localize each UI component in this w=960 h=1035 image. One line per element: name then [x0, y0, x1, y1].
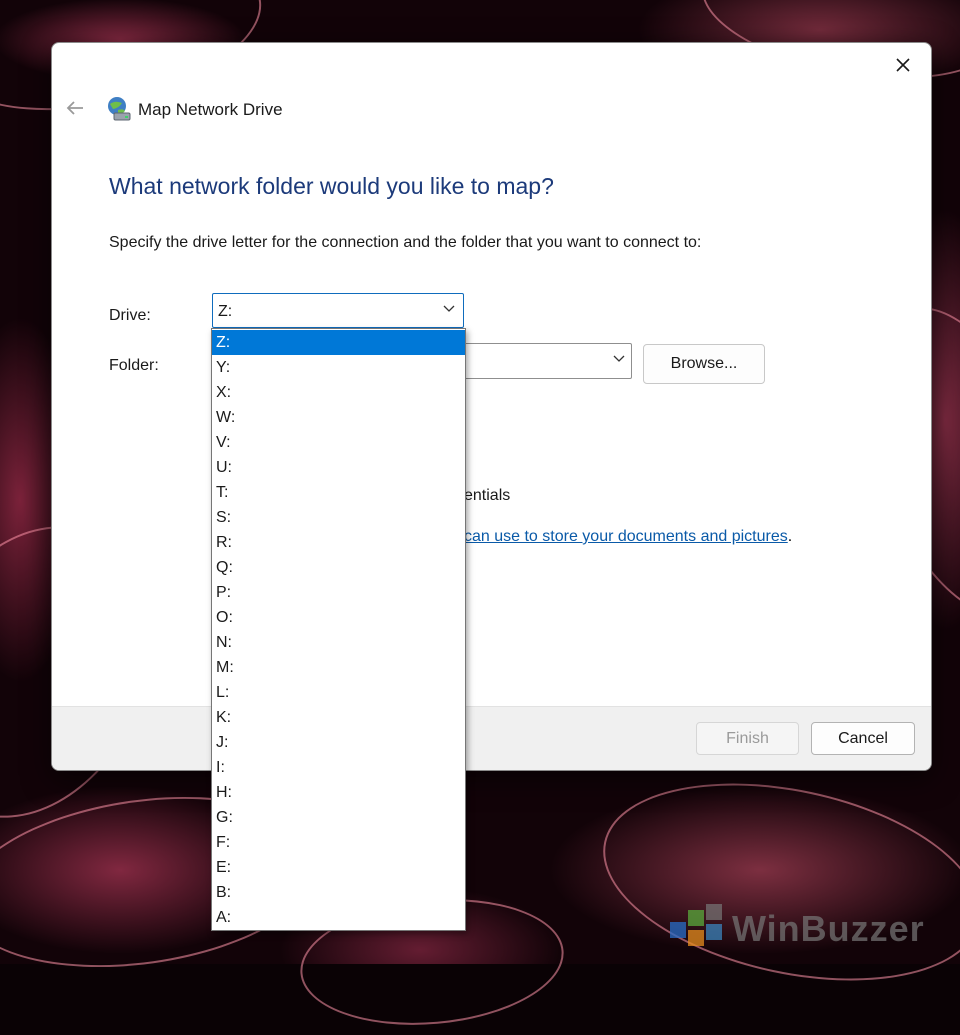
drive-option[interactable]: W:: [212, 405, 465, 430]
close-button[interactable]: [885, 49, 921, 81]
finish-button[interactable]: Finish: [696, 722, 799, 755]
back-arrow-icon: [66, 101, 83, 115]
drive-option[interactable]: M:: [212, 655, 465, 680]
chevron-down-icon: [613, 355, 625, 362]
watermark-logo-icon: [670, 904, 722, 946]
drive-option[interactable]: A:: [212, 905, 465, 930]
drive-option[interactable]: J:: [212, 730, 465, 755]
drive-option[interactable]: H:: [212, 780, 465, 805]
drive-option[interactable]: Z:: [212, 330, 465, 355]
chevron-down-icon: [443, 305, 455, 312]
drive-option[interactable]: I:: [212, 755, 465, 780]
drive-option[interactable]: K:: [212, 705, 465, 730]
drive-select[interactable]: Z:: [212, 293, 464, 328]
drive-label: Drive:: [109, 307, 151, 324]
close-icon: [896, 58, 910, 72]
network-drive-icon: [108, 97, 131, 121]
drive-option[interactable]: V:: [212, 430, 465, 455]
storage-link[interactable]: can use to store your documents and pict…: [464, 528, 788, 545]
drive-select-value: Z:: [218, 303, 233, 320]
dialog-title: Map Network Drive: [138, 100, 283, 119]
back-button[interactable]: [62, 95, 88, 121]
instructions-text: Specify the drive letter for the connect…: [109, 234, 702, 251]
watermark: WinBuzzer: [660, 898, 950, 958]
drive-option[interactable]: G:: [212, 805, 465, 830]
drive-option[interactable]: Y:: [212, 355, 465, 380]
drive-option[interactable]: X:: [212, 380, 465, 405]
drive-option[interactable]: P:: [212, 580, 465, 605]
folder-label: Folder:: [109, 357, 159, 374]
drive-option[interactable]: O:: [212, 605, 465, 630]
map-network-drive-dialog: Map Network Drive What network folder wo…: [51, 42, 932, 771]
watermark-text: WinBuzzer: [732, 908, 925, 949]
drive-option[interactable]: R:: [212, 530, 465, 555]
drive-letter-dropdown[interactable]: Z: Y: X: W: V: U: T: S: R: Q: P: O: N: M: L: K: J: I: H: G:…: [211, 328, 466, 931]
drive-option[interactable]: E:: [212, 855, 465, 880]
drive-option[interactable]: T:: [212, 480, 465, 505]
page-heading: What network folder would you like to ma…: [109, 173, 554, 199]
drive-option[interactable]: F:: [212, 830, 465, 855]
link-suffix: .: [787, 528, 793, 545]
drive-option[interactable]: B:: [212, 880, 465, 905]
drive-option[interactable]: U:: [212, 455, 465, 480]
cancel-button[interactable]: Cancel: [811, 722, 915, 755]
drive-option[interactable]: L:: [212, 680, 465, 705]
drive-option[interactable]: S:: [212, 505, 465, 530]
browse-button[interactable]: Browse...: [643, 344, 765, 384]
drive-option[interactable]: Q:: [212, 555, 465, 580]
credentials-checkbox-label[interactable]: entials: [464, 487, 510, 505]
dialog-footer: Finish Cancel: [52, 706, 931, 770]
storage-link-line: can use to store your documents and pict…: [464, 528, 792, 546]
drive-option[interactable]: N:: [212, 630, 465, 655]
